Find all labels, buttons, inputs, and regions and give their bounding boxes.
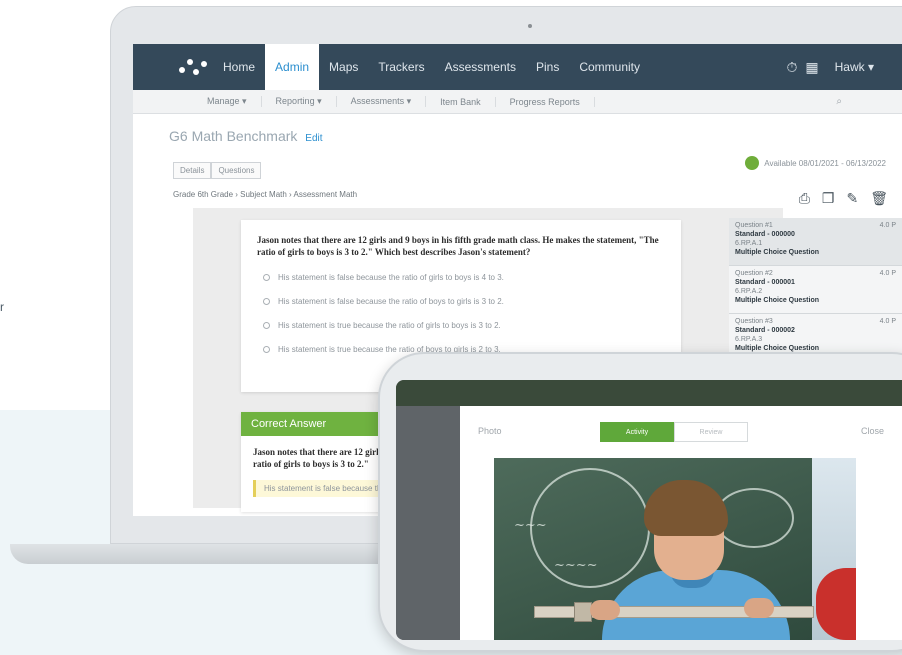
- delete-icon[interactable]: 🗑: [870, 190, 888, 207]
- edit-icon[interactable]: ✎: [846, 190, 858, 207]
- page-title-text: G6 Math Benchmark: [169, 128, 298, 144]
- print-icon[interactable]: ⎙: [799, 190, 810, 207]
- cropped-text: r: [0, 300, 4, 314]
- question-number: Question #2: [735, 270, 773, 277]
- sub-navigation: Manage ▾ Reporting ▾ Assessments ▾ Item …: [133, 90, 902, 114]
- chalk-writing: ~~~~: [554, 558, 598, 573]
- student-hand: [590, 600, 620, 620]
- nav-item-admin[interactable]: Admin: [265, 44, 320, 90]
- answer-option[interactable]: His statement is false because the ratio…: [263, 273, 665, 282]
- grid-icon[interactable]: ▦: [805, 59, 818, 76]
- subnav-progress-reports[interactable]: Progress Reports: [496, 96, 595, 107]
- chalk-writing: ~~~: [514, 518, 547, 533]
- search-icon[interactable]: ⌕: [836, 96, 842, 107]
- question-list-item[interactable]: Question #1 4.0 P Standard - 000000 6.RP.…: [729, 218, 902, 266]
- subnav-reporting[interactable]: Reporting ▾: [262, 96, 337, 107]
- option-label: His statement is false because the ratio…: [278, 297, 504, 306]
- user-menu[interactable]: Hawk ▾: [835, 60, 874, 74]
- question-code: 6.RP.A.2: [735, 288, 763, 295]
- question-number: Question #1: [735, 222, 773, 229]
- status-indicator: [745, 156, 760, 170]
- question-points: 4.0 P: [879, 270, 896, 277]
- copy-icon[interactable]: ❐: [822, 190, 835, 207]
- phone-screen: Photo Activity Review Close ~~~ ~~~~: [396, 380, 902, 640]
- option-label: His statement is true because the ratio …: [278, 321, 501, 330]
- question-points: 4.0 P: [879, 222, 896, 229]
- question-number: Question #3: [735, 318, 773, 325]
- nav-item-community[interactable]: Community: [569, 44, 650, 90]
- question-standard: Standard - 000000: [735, 231, 795, 238]
- subnav-item-bank[interactable]: Item Bank: [426, 96, 496, 107]
- tab-questions[interactable]: Questions: [211, 162, 262, 179]
- status-text: Available 08/01/2021 - 06/13/2022: [764, 158, 886, 168]
- logo-icon[interactable]: [179, 57, 213, 77]
- red-object: [816, 568, 856, 640]
- answer-option[interactable]: His statement is true because the ratio …: [263, 321, 665, 330]
- nav-item-maps[interactable]: Maps: [319, 44, 368, 90]
- page-title: G6 Math Benchmark Edit: [169, 128, 323, 144]
- toggle-activity[interactable]: Activity: [600, 422, 674, 442]
- radio-button[interactable]: [263, 274, 270, 281]
- photo-modal-title: Photo: [478, 426, 502, 436]
- nav-item-assessments[interactable]: Assessments: [435, 44, 526, 90]
- question-standard: Standard - 000001: [735, 279, 795, 286]
- question-type: Multiple Choice Question: [735, 345, 820, 352]
- question-code: 6.RP.A.3: [735, 336, 763, 343]
- availability-status: Available 08/01/2021 - 06/13/2022: [745, 156, 886, 170]
- option-label: His statement is false because the ratio…: [278, 273, 504, 282]
- radio-button[interactable]: [263, 322, 270, 329]
- question-points: 4.0 P: [879, 318, 896, 325]
- breadcrumb: Grade 6th Grade › Subject Math › Assessm…: [173, 190, 358, 199]
- clock-icon[interactable]: ⏱: [786, 59, 797, 76]
- answer-option[interactable]: His statement is false because the ratio…: [263, 297, 665, 306]
- action-icons: ⎙ ❐ ✎ 🗑: [799, 190, 888, 207]
- classroom-photo: ~~~ ~~~~: [494, 458, 856, 640]
- toggle-review[interactable]: Review: [674, 422, 748, 442]
- laptop-camera: [528, 24, 532, 28]
- question-code: 6.RP.A.1: [735, 240, 763, 247]
- subnav-assessments[interactable]: Assessments ▾: [337, 96, 427, 107]
- nav-item-home[interactable]: Home: [213, 44, 265, 90]
- photo-modal: Photo Activity Review Close ~~~ ~~~~: [460, 406, 902, 640]
- edit-title-link[interactable]: Edit: [305, 133, 322, 144]
- nav-item-trackers[interactable]: Trackers: [368, 44, 434, 90]
- top-navigation: Home Admin Maps Trackers Assessments Pin…: [133, 44, 902, 90]
- radio-button[interactable]: [263, 346, 270, 353]
- radio-button[interactable]: [263, 298, 270, 305]
- view-tabs: Details Questions: [173, 162, 262, 179]
- tab-details[interactable]: Details: [173, 162, 212, 179]
- close-button[interactable]: Close: [861, 426, 884, 436]
- view-toggle: Activity Review: [600, 422, 748, 442]
- student-hand: [744, 598, 774, 618]
- question-standard: Standard - 000002: [735, 327, 795, 334]
- subnav-manage[interactable]: Manage ▾: [193, 96, 262, 107]
- nav-item-pins[interactable]: Pins: [526, 44, 569, 90]
- question-type: Multiple Choice Question: [735, 297, 820, 304]
- nav-right: ⏱ ▦ Hawk ▾: [786, 44, 902, 90]
- phone-background-panel: [396, 406, 460, 640]
- marketing-stage: r Home Admin Maps Trackers Assessments P…: [0, 0, 902, 655]
- question-list-item[interactable]: Question #2 4.0 P Standard - 000001 6.RP.…: [729, 266, 902, 314]
- phone-app-header: [396, 380, 902, 406]
- question-text: Jason notes that there are 12 girls and …: [257, 235, 659, 257]
- question-type: Multiple Choice Question: [735, 249, 820, 256]
